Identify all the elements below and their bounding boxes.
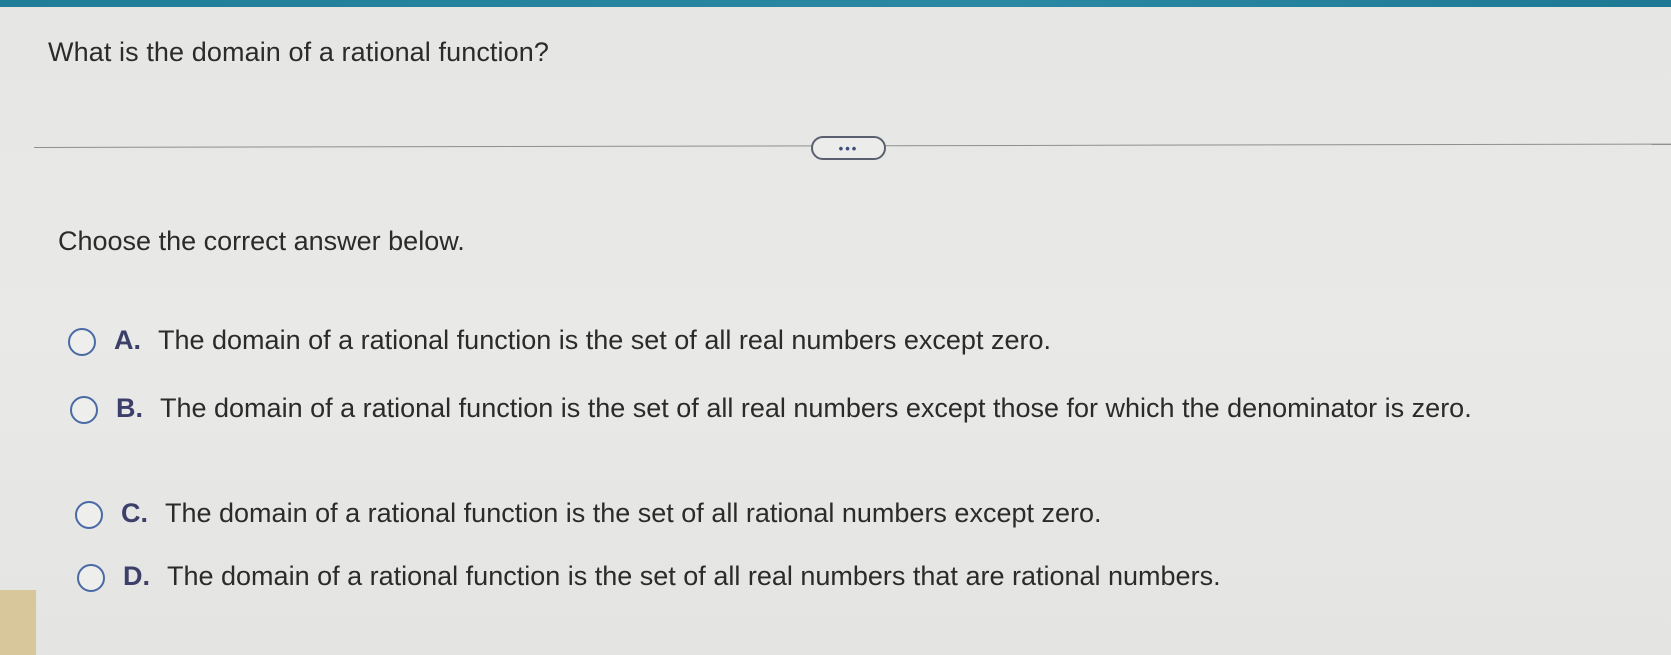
radio-button-c[interactable] [75,501,103,529]
option-text-c: The domain of a rational function is the… [165,498,1102,528]
answer-option-a[interactable]: A. The domain of a rational function is … [68,325,1051,360]
option-text-b: The domain of a rational function is the… [160,393,1472,423]
option-text-d: The domain of a rational function is the… [167,561,1221,591]
option-letter-c: C. [121,498,148,528]
option-letter-d: D. [123,561,150,591]
top-accent-bar [0,0,1671,7]
option-letter-a: A. [114,325,141,355]
radio-button-d[interactable] [77,564,105,592]
answer-option-b[interactable]: B. The domain of a rational function is … [70,393,1630,428]
radio-button-a[interactable] [68,328,96,356]
question-text: What is the domain of a rational functio… [48,37,549,67]
option-letter-b: B. [116,393,143,423]
answer-option-d[interactable]: D. The domain of a rational function is … [77,561,1221,596]
option-text-a: The domain of a rational function is the… [158,325,1051,355]
radio-button-b[interactable] [70,396,98,424]
answer-option-c[interactable]: C. The domain of a rational function is … [75,498,1102,533]
instruction-text: Choose the correct answer below. [58,226,465,256]
sidebar-edge [0,590,36,655]
more-button[interactable]: ••• [811,136,886,160]
